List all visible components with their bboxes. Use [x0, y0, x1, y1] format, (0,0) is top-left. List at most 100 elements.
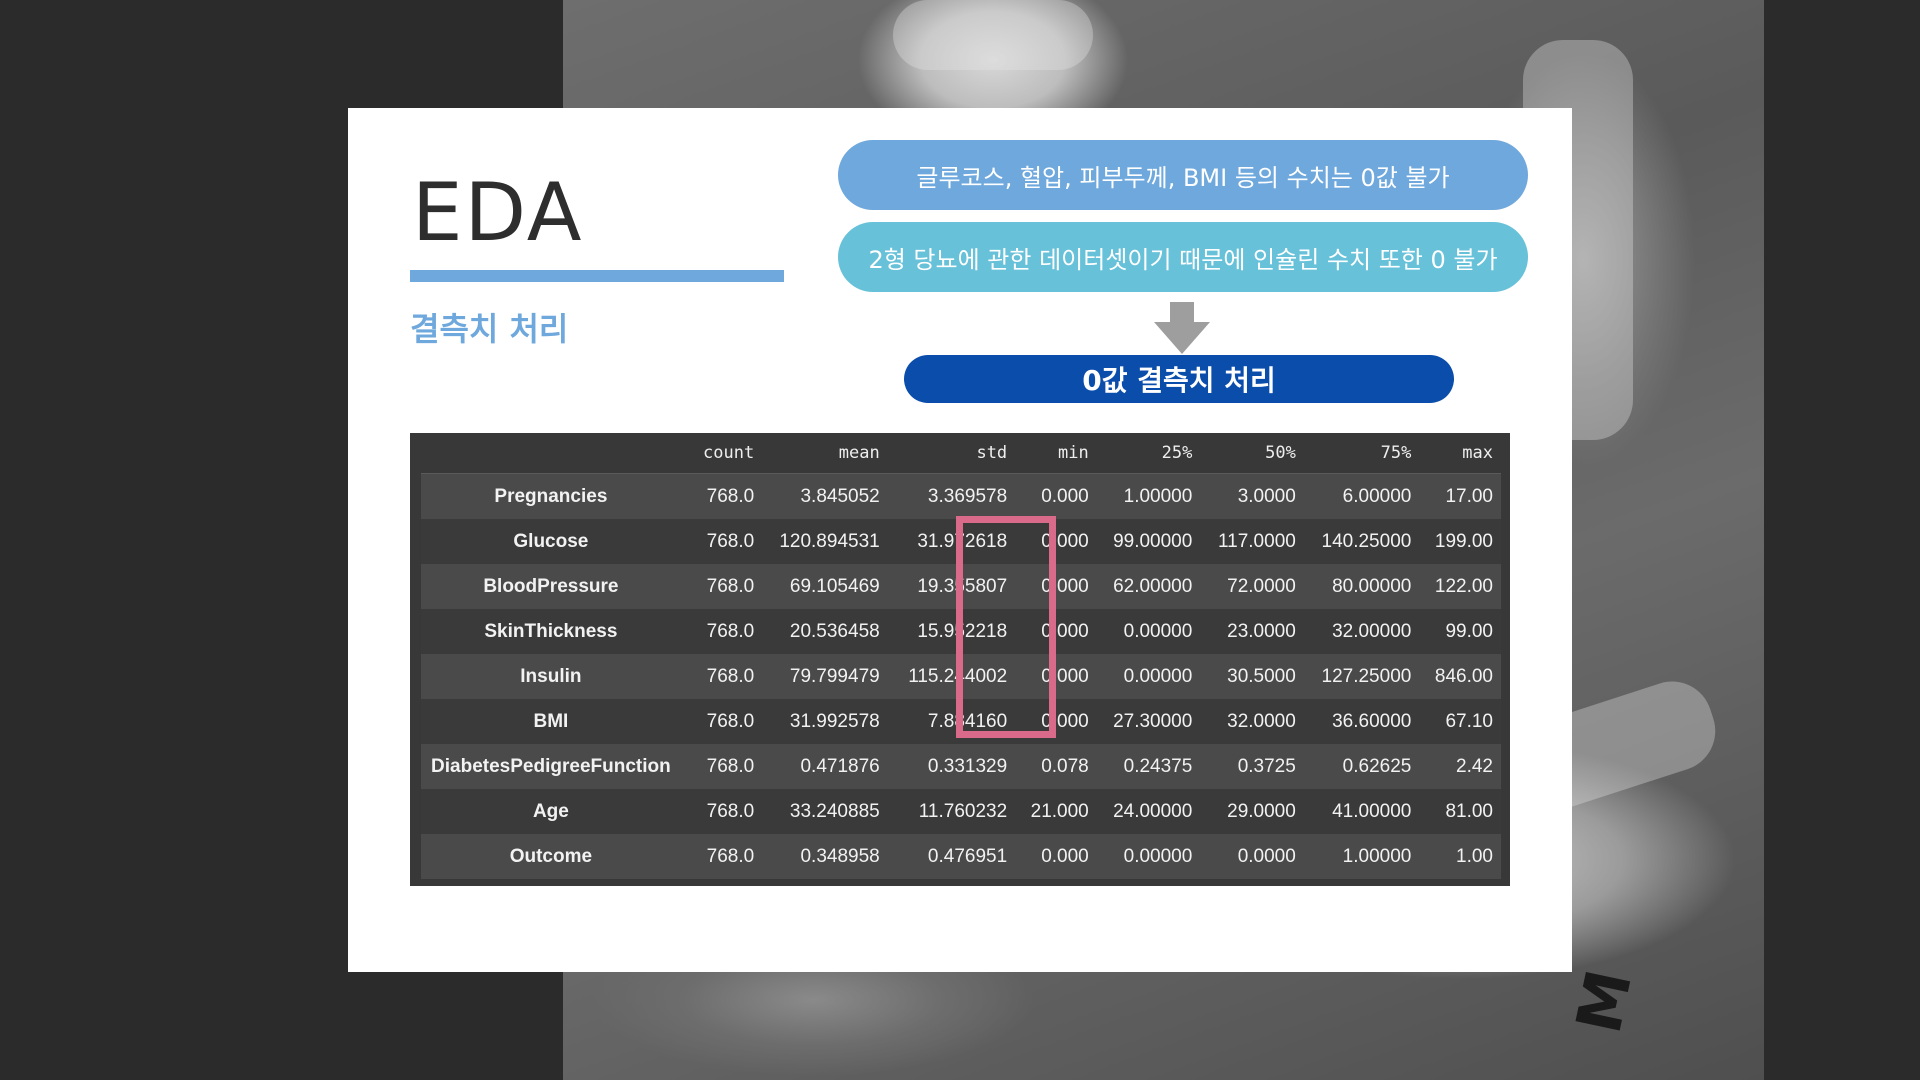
table-cell: 3.845052	[762, 473, 888, 519]
table-cell: 41.00000	[1303, 789, 1420, 834]
table-cell: 1.00000	[1303, 834, 1420, 879]
table-cell: 19.355807	[887, 564, 1016, 609]
table-cell: 99.00000	[1096, 519, 1201, 564]
note-pill-2: 2형 당뇨에 관한 데이터셋이기 때문에 인슐린 수치 또한 0 불가	[838, 222, 1528, 292]
table-row: BMI 768.0 31.992578 7.884160 0.000 27.30000 32…	[421, 699, 1501, 744]
presentation-stage: M EDA 결측치 처리 글루코스, 혈압, 피부두께, BMI 등의 수치는 …	[0, 0, 1920, 1080]
table-row: DiabetesPedigreeFunction 768.0 0.471876 0.3…	[421, 744, 1501, 789]
table-row: Insulin 768.0 79.799479 115.244002 0.000 0.00…	[421, 654, 1501, 699]
column-header: 75%	[1303, 433, 1420, 474]
table-cell: 0.476951	[887, 834, 1016, 879]
result-text: 0값 결측치 처리	[1082, 364, 1276, 397]
table-cell: 30.5000	[1200, 654, 1304, 699]
table-body: Pregnancies 768.0 3.845052 3.369578 0.000 1.0…	[421, 473, 1501, 879]
table-cell: 0.00000	[1096, 834, 1201, 879]
table-cell: 7.884160	[887, 699, 1016, 744]
table-cell: 17.00	[1419, 473, 1501, 519]
table-cell: 127.25000	[1303, 654, 1420, 699]
table-cell: 0.000	[1015, 609, 1097, 654]
note-text-1: 글루코스, 혈압, 피부두께, BMI 등의 수치는 0값 불가	[916, 163, 1450, 192]
row-label: Glucose	[421, 519, 681, 564]
table-cell: 24.00000	[1096, 789, 1201, 834]
table-cell: 115.244002	[887, 654, 1016, 699]
table-cell: 31.972618	[887, 519, 1016, 564]
row-label: Age	[421, 789, 681, 834]
slide-subtitle: 결측치 처리	[410, 310, 569, 348]
table-cell: 0.471876	[762, 744, 888, 789]
table-cell: 69.105469	[762, 564, 888, 609]
table-cell: 99.00	[1419, 609, 1501, 654]
table-cell: 32.0000	[1200, 699, 1304, 744]
table-cell: 0.00000	[1096, 609, 1201, 654]
table-cell: 3.0000	[1200, 473, 1304, 519]
table-cell: 6.00000	[1303, 473, 1420, 519]
photo-highlight	[893, 0, 1093, 70]
row-label: BloodPressure	[421, 564, 681, 609]
table-cell: 0.62625	[1303, 744, 1420, 789]
column-header: mean	[762, 433, 888, 474]
table-cell: 768.0	[680, 609, 763, 654]
table-cell: 27.30000	[1096, 699, 1201, 744]
table-cell: 768.0	[680, 789, 763, 834]
table-cell: 0.000	[1015, 519, 1097, 564]
table-cell: 72.0000	[1200, 564, 1304, 609]
table-cell: 768.0	[680, 744, 763, 789]
slide-card: EDA 결측치 처리 글루코스, 혈압, 피부두께, BMI 등의 수치는 0값…	[348, 108, 1572, 972]
table-cell: 29.0000	[1200, 789, 1304, 834]
table-row: BloodPressure 768.0 69.105469 19.355807 0.00…	[421, 564, 1501, 609]
table-cell: 62.00000	[1096, 564, 1201, 609]
table-cell: 2.42	[1419, 744, 1501, 789]
table-cell: 67.10	[1419, 699, 1501, 744]
table-cell: 21.000	[1015, 789, 1097, 834]
table-header-row: count mean std min 25% 50% 75% max	[421, 433, 1501, 474]
table-cell: 199.00	[1419, 519, 1501, 564]
describe-table-panel: count mean std min 25% 50% 75% max Pregnancies 7…	[410, 433, 1510, 886]
table-row: Pregnancies 768.0 3.845052 3.369578 0.000 1.0…	[421, 473, 1501, 519]
row-label: Outcome	[421, 834, 681, 879]
table-cell: 117.0000	[1200, 519, 1304, 564]
table-cell: 1.00000	[1096, 473, 1201, 519]
slide-title: EDA	[412, 166, 584, 259]
table-cell: 0.3725	[1200, 744, 1304, 789]
table-cell: 31.992578	[762, 699, 888, 744]
table-cell: 140.25000	[1303, 519, 1420, 564]
result-pill: 0값 결측치 처리	[904, 355, 1454, 403]
column-header: 25%	[1096, 433, 1201, 474]
table-cell: 768.0	[680, 834, 763, 879]
table-cell: 23.0000	[1200, 609, 1304, 654]
describe-table: count mean std min 25% 50% 75% max Pregnancies 7…	[421, 433, 1501, 879]
table-cell: 846.00	[1419, 654, 1501, 699]
table-cell: 0.331329	[887, 744, 1016, 789]
column-header: count	[680, 433, 763, 474]
table-cell: 0.000	[1015, 473, 1097, 519]
table-cell: 1.00	[1419, 834, 1501, 879]
table-cell: 122.00	[1419, 564, 1501, 609]
table-cell: 15.952218	[887, 609, 1016, 654]
column-header-index	[421, 433, 681, 474]
note-text-2: 2형 당뇨에 관한 데이터셋이기 때문에 인슐린 수치 또한 0 불가	[868, 245, 1498, 274]
table-cell: 81.00	[1419, 789, 1501, 834]
row-label: DiabetesPedigreeFunction	[421, 744, 681, 789]
column-header: max	[1419, 433, 1501, 474]
row-label: SkinThickness	[421, 609, 681, 654]
table-cell: 0.24375	[1096, 744, 1201, 789]
table-row: Age 768.0 33.240885 11.760232 21.000 24.00000…	[421, 789, 1501, 834]
table-cell: 32.00000	[1303, 609, 1420, 654]
table-cell: 33.240885	[762, 789, 888, 834]
note-pill-1: 글루코스, 혈압, 피부두께, BMI 등의 수치는 0값 불가	[838, 140, 1528, 210]
row-label: BMI	[421, 699, 681, 744]
table-cell: 0.000	[1015, 564, 1097, 609]
row-label: Pregnancies	[421, 473, 681, 519]
table-cell: 11.760232	[887, 789, 1016, 834]
table-cell: 0.348958	[762, 834, 888, 879]
table-cell: 768.0	[680, 519, 763, 564]
column-header: std	[887, 433, 1016, 474]
table-cell: 3.369578	[887, 473, 1016, 519]
table-header: count mean std min 25% 50% 75% max	[421, 433, 1501, 474]
title-underline	[410, 270, 784, 282]
table-cell: 0.000	[1015, 654, 1097, 699]
table-cell: 80.00000	[1303, 564, 1420, 609]
photo-letter: M	[1561, 963, 1646, 1040]
column-header: 50%	[1200, 433, 1304, 474]
table-cell: 768.0	[680, 564, 763, 609]
